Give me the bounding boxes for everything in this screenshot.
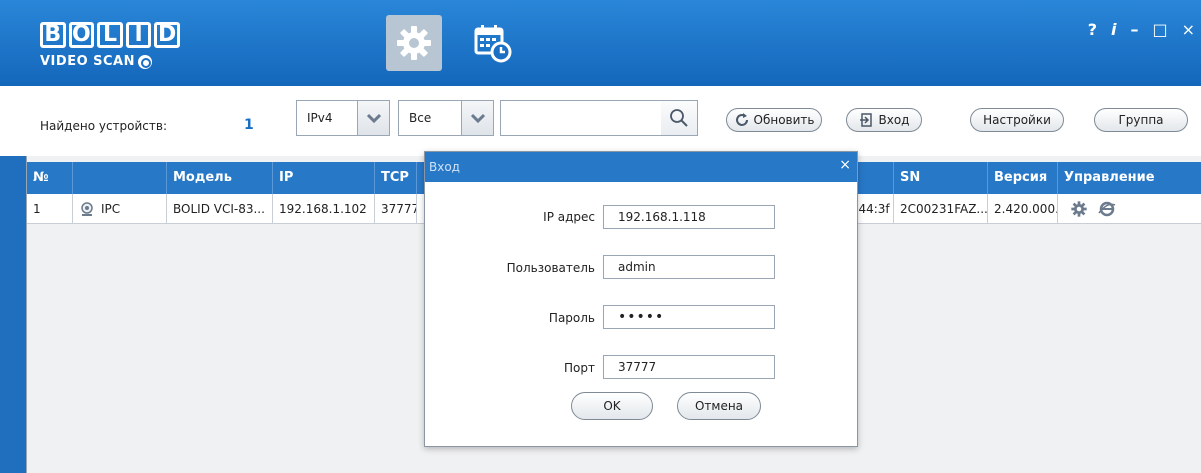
maximize-button[interactable]: □ [1152, 20, 1167, 39]
toolbar: Найдено устройств: 1 IPv4 Все Обновить В… [0, 86, 1201, 156]
refresh-icon [735, 113, 748, 126]
cell-no: 1 [27, 194, 73, 223]
found-devices-count: 1 [244, 117, 254, 133]
found-devices-label: Найдено устройств: [40, 119, 168, 133]
login-dialog: Вход × IP адрес Пользователь Пароль Порт… [424, 151, 858, 447]
header-version[interactable]: Версия [988, 162, 1058, 194]
header-sn[interactable]: SN [894, 162, 988, 194]
refresh-label: Обновить [753, 113, 815, 127]
tab-settings[interactable] [386, 15, 442, 71]
username-field[interactable] [603, 255, 775, 279]
chevron-down-icon[interactable] [357, 101, 389, 135]
search-icon [670, 109, 688, 127]
header-model[interactable]: Модель [167, 162, 273, 194]
dialog-body: IP адрес Пользователь Пароль Порт OK Отм… [425, 182, 857, 446]
close-button[interactable]: × [1182, 20, 1195, 39]
window-controls: ? i – □ × [1088, 20, 1195, 39]
gear-icon [397, 26, 431, 60]
cell-type: IPC [73, 194, 167, 223]
login-label: Вход [878, 113, 910, 127]
username-label: Пользователь [506, 261, 595, 275]
settings-button[interactable]: Настройки [970, 108, 1064, 132]
app-logo: BOLID VIDEO SCAN [40, 22, 180, 80]
filter-value: Все [409, 111, 432, 125]
group-label: Группа [1118, 113, 1164, 127]
chevron-down-icon[interactable] [461, 101, 493, 135]
search-input[interactable] [501, 101, 661, 135]
left-panel-strip [0, 156, 26, 473]
dialog-close-icon[interactable]: × [839, 150, 851, 180]
cell-tcp: 37777 [375, 194, 417, 223]
cell-version: 2.420.000... [988, 194, 1058, 223]
ip-address-field[interactable] [603, 205, 775, 229]
filter-select[interactable]: Все [398, 100, 494, 136]
title-bar: BOLID VIDEO SCAN ? i – □ × [0, 0, 1201, 86]
port-label: Порт [564, 361, 595, 375]
login-button[interactable]: Вход [846, 108, 922, 132]
refresh-button[interactable]: Обновить [726, 108, 822, 132]
gear-icon[interactable] [1070, 200, 1088, 218]
search-button[interactable] [661, 101, 697, 135]
password-label: Пароль [548, 311, 595, 325]
minimize-button[interactable]: – [1130, 20, 1138, 39]
ip-version-select[interactable]: IPv4 [296, 100, 390, 136]
logo-subtitle: VIDEO SCAN [40, 54, 180, 69]
ok-button[interactable]: OK [571, 392, 653, 420]
ip-version-value: IPv4 [307, 111, 333, 125]
dialog-header: Вход × [425, 152, 857, 182]
cell-model: BOLID VCI-83... [167, 194, 273, 223]
settings-label: Настройки [983, 113, 1051, 127]
cell-sn: 2C00231FAZ... [894, 194, 988, 223]
info-button[interactable]: i [1111, 20, 1116, 39]
cell-ip: 192.168.1.102 [273, 194, 375, 223]
login-icon [859, 113, 872, 127]
ip-address-label: IP адрес [543, 210, 595, 224]
camera-icon [81, 201, 93, 216]
header-tcp[interactable]: TCP [375, 162, 417, 194]
dialog-title: Вход [429, 160, 460, 174]
help-button[interactable]: ? [1088, 20, 1097, 39]
header-type[interactable] [73, 162, 167, 194]
calendar-clock-icon [474, 25, 512, 63]
tab-schedule[interactable] [464, 15, 520, 71]
header-ip[interactable]: IP [273, 162, 375, 194]
header-no[interactable]: № [27, 162, 73, 194]
cell-type-label: IPC [101, 201, 121, 216]
port-field[interactable] [603, 355, 775, 379]
logo-name: BOLID [40, 22, 180, 48]
group-button[interactable]: Группа [1094, 108, 1188, 132]
web-browser-icon[interactable] [1098, 200, 1116, 218]
search-field [500, 100, 698, 136]
header-management[interactable]: Управление [1058, 162, 1201, 194]
cancel-button[interactable]: Отмена [677, 392, 761, 420]
password-field[interactable] [603, 305, 775, 329]
magnifier-icon [138, 54, 152, 69]
cell-management [1058, 194, 1201, 223]
